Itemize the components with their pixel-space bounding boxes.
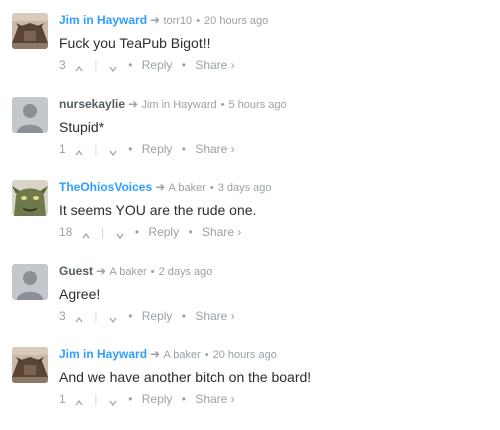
reply-arrow-icon: ➜ <box>155 180 166 194</box>
vote-divider: | <box>94 391 98 406</box>
vote-divider: | <box>94 57 98 72</box>
comment: TheOhiosVoices ➜ A baker • 3 days ago It se… <box>12 180 482 250</box>
reply-arrow-icon: ➜ <box>128 97 139 111</box>
upvote-icon[interactable] <box>75 312 83 323</box>
parent-author[interactable]: Jim in Hayward <box>141 99 216 111</box>
upvote-count: 18 <box>59 224 73 239</box>
comment-text: And we have another bitch on the board! <box>59 369 312 385</box>
comment: Jim in Hayward ➜ torr10 • 20 hours ago Fuck… <box>12 13 482 83</box>
downvote-icon[interactable] <box>116 228 124 239</box>
timestamp[interactable]: 5 hours ago <box>229 99 287 111</box>
upvote-count: 1 <box>59 391 66 406</box>
upvote-count: 1 <box>59 141 66 156</box>
reply-button[interactable]: Reply <box>142 391 173 407</box>
comment-header: Jim in Hayward ➜ torr10 • 20 hours ago <box>59 13 482 28</box>
comment-text: Stupid* <box>59 119 105 135</box>
author-name[interactable]: Jim in Hayward <box>59 347 147 361</box>
reply-arrow-icon: ➜ <box>150 347 161 361</box>
timestamp[interactable]: 2 days ago <box>159 266 213 278</box>
comment: Jim in Hayward ➜ A baker • 20 hours ago And… <box>12 347 482 417</box>
separator-dot: • <box>181 57 186 72</box>
comment-footer: 1 | • Reply • Share › <box>59 390 482 407</box>
comment-footer: 3 | • Reply • Share › <box>59 307 482 324</box>
upvote-icon[interactable] <box>75 61 83 72</box>
share-button[interactable]: Share › <box>195 141 234 157</box>
separator-dot: • <box>220 99 225 111</box>
comment-header: nursekaylie ➜ Jim in Hayward • 5 hours ago <box>59 97 482 112</box>
reply-arrow-icon: ➜ <box>150 13 161 27</box>
user-avatar[interactable] <box>12 13 48 49</box>
user-avatar[interactable] <box>12 180 48 216</box>
author-name[interactable]: Jim in Hayward <box>59 13 147 27</box>
parent-author[interactable]: A baker <box>109 266 146 278</box>
separator-dot: • <box>128 308 133 323</box>
separator-dot: • <box>188 224 193 239</box>
share-button[interactable]: Share › <box>202 224 241 240</box>
downvote-icon[interactable] <box>109 145 117 156</box>
comment-footer: 3 | • Reply • Share › <box>59 56 482 73</box>
comment-text: Agree! <box>59 286 101 302</box>
parent-author[interactable]: A baker <box>163 349 200 361</box>
comment-header: TheOhiosVoices ➜ A baker • 3 days ago <box>59 180 482 195</box>
upvote-icon[interactable] <box>82 228 90 239</box>
author-name[interactable]: nursekaylie <box>59 97 125 111</box>
timestamp[interactable]: 20 hours ago <box>204 15 268 27</box>
reply-button[interactable]: Reply <box>142 308 173 324</box>
comment-header: Jim in Hayward ➜ A baker • 20 hours ago <box>59 347 482 362</box>
upvote-count: 3 <box>59 308 66 323</box>
reply-button[interactable]: Reply <box>148 224 179 240</box>
separator-dot: • <box>150 266 155 278</box>
share-button[interactable]: Share › <box>195 308 234 324</box>
comment-text: It seems YOU are the rude one. <box>59 202 257 218</box>
upvote-count: 3 <box>59 57 66 72</box>
author-name[interactable]: TheOhiosVoices <box>59 180 152 194</box>
reply-button[interactable]: Reply <box>142 141 173 157</box>
share-button[interactable]: Share › <box>195 391 234 407</box>
separator-dot: • <box>134 224 140 239</box>
downvote-icon[interactable] <box>109 61 117 72</box>
comment: nursekaylie ➜ Jim in Hayward • 5 hours ago … <box>12 97 482 167</box>
timestamp[interactable]: 3 days ago <box>218 182 272 194</box>
downvote-icon[interactable] <box>109 395 117 406</box>
comment-text: Fuck you TeaPub Bigot!! <box>59 35 211 51</box>
separator-dot: • <box>181 391 186 406</box>
reply-button[interactable]: Reply <box>142 57 173 73</box>
user-avatar[interactable] <box>12 347 48 383</box>
vote-divider: | <box>94 308 98 323</box>
separator-dot: • <box>128 57 133 72</box>
reply-arrow-icon: ➜ <box>96 264 107 278</box>
timestamp[interactable]: 20 hours ago <box>213 349 277 361</box>
user-avatar[interactable] <box>12 97 48 133</box>
vote-divider: | <box>94 141 98 156</box>
share-button[interactable]: Share › <box>195 57 234 73</box>
separator-dot: • <box>196 15 201 27</box>
separator-dot: • <box>209 182 214 194</box>
comment-footer: 18 | • Reply • Share › <box>59 223 482 240</box>
separator-dot: • <box>181 308 186 323</box>
parent-author[interactable]: A baker <box>169 182 206 194</box>
comment-footer: 1 | • Reply • Share › <box>59 140 482 157</box>
parent-author[interactable]: torr10 <box>163 15 192 27</box>
comment-header: Guest ➜ A baker • 2 days ago <box>59 264 482 279</box>
comment: Guest ➜ A baker • 2 days ago Agree! 3 | • R… <box>12 264 482 334</box>
downvote-icon[interactable] <box>109 312 117 323</box>
separator-dot: • <box>204 349 209 361</box>
comment-thread: Jim in Hayward ➜ torr10 • 20 hours ago Fuck… <box>0 0 500 430</box>
user-avatar[interactable] <box>12 264 48 300</box>
author-name[interactable]: Guest <box>59 264 93 278</box>
upvote-icon[interactable] <box>75 395 83 406</box>
vote-divider: | <box>101 224 105 239</box>
separator-dot: • <box>128 391 133 406</box>
separator-dot: • <box>181 141 186 156</box>
upvote-icon[interactable] <box>75 145 83 156</box>
separator-dot: • <box>128 141 133 156</box>
